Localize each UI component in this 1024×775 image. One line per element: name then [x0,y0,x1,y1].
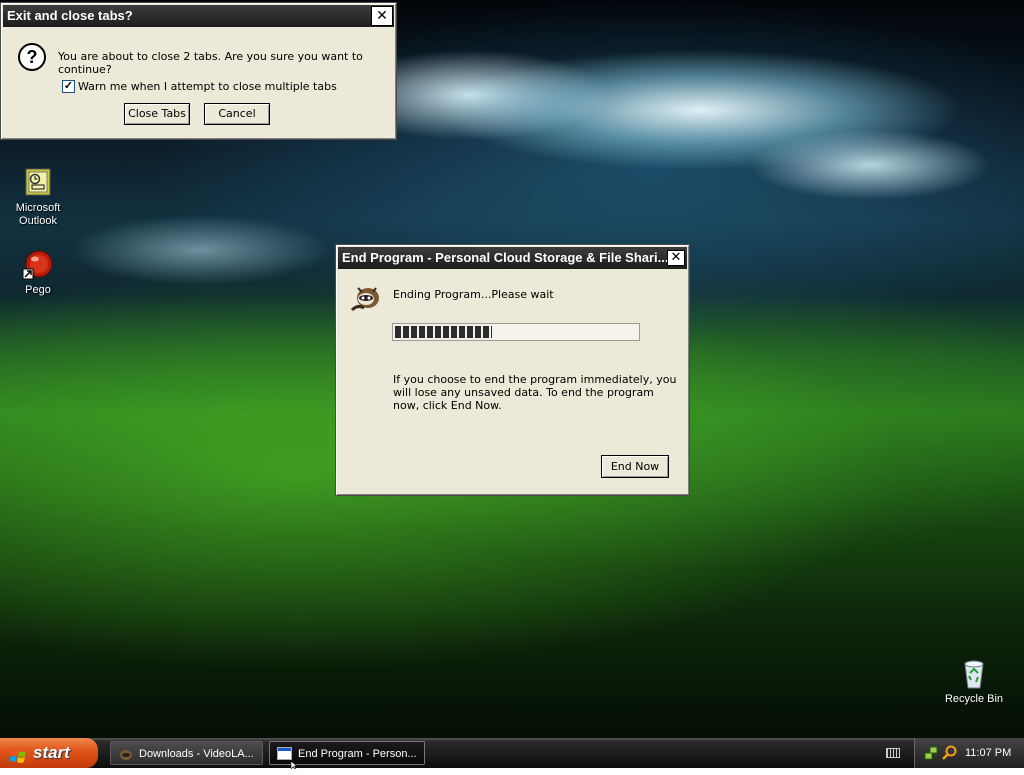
dialog-title: End Program - Personal Cloud Storage & F… [342,250,669,265]
clock[interactable]: 11:07 PM [965,738,1011,768]
cancel-button[interactable]: Cancel [204,103,270,125]
windows-logo-icon [9,745,27,763]
dialog-title-bar[interactable]: Exit and close tabs? [3,5,394,27]
window-icon [277,747,292,760]
network-icon[interactable] [924,745,940,761]
desktop-icon-label: Microsoft Outlook [15,202,61,227]
program-icon [348,282,382,316]
dialog-title: Exit and close tabs? [7,8,133,23]
dialog-message: You are about to close 2 tabs. Are you s… [58,50,363,76]
taskbar-item-label: End Program - Person... [298,748,417,760]
exit-close-tabs-dialog: Exit and close tabs? ✕ ? You are about t… [0,2,397,140]
recycle-bin-icon [958,658,990,690]
close-icon: ✕ [376,8,388,24]
close-button[interactable]: ✕ [667,250,685,266]
desktop-icon-outlook[interactable]: Microsoft Outlook [3,167,73,228]
taskbar: start Downloads - VideoLA... End Program… [0,738,1024,768]
close-icon: ✕ [670,250,682,265]
check-icon: ✓ [63,80,74,92]
downloads-icon [118,746,134,762]
close-button[interactable]: ✕ [371,6,393,26]
close-tabs-button[interactable]: Close Tabs [124,103,190,125]
mouse-cursor-icon [290,760,299,770]
desktop-icon-label: Recycle Bin [944,693,1004,705]
warning-message: If you choose to end the program immedia… [393,373,677,412]
start-button[interactable]: start [0,738,98,768]
dialog-title-bar[interactable]: End Program - Personal Cloud Storage & F… [338,247,687,269]
taskbar-item-downloads[interactable]: Downloads - VideoLA... [110,741,263,765]
taskbar-item-label: Downloads - VideoLA... [139,748,254,760]
outlook-icon [22,167,54,199]
end-program-dialog: End Program - Personal Cloud Storage & F… [335,244,690,496]
desktop-icon-pego[interactable]: Pego [3,249,73,297]
pego-icon [22,249,54,281]
search-icon[interactable] [942,745,958,761]
start-label: start [33,743,70,762]
keyboard-icon[interactable] [886,748,900,758]
warn-checkbox[interactable]: ✓ [62,80,75,93]
desktop-icon-label: Pego [25,284,51,296]
end-now-button[interactable]: End Now [601,455,669,478]
system-tray: 11:07 PM [914,738,1024,768]
status-text: Ending Program...Please wait [393,288,554,301]
warn-checkbox-label[interactable]: Warn me when I attempt to close multiple… [78,80,337,93]
progress-bar [392,323,640,341]
progress-fill [395,326,492,338]
question-icon: ? [18,43,46,71]
desktop-icon-recycle-bin[interactable]: Recycle Bin [939,658,1009,706]
